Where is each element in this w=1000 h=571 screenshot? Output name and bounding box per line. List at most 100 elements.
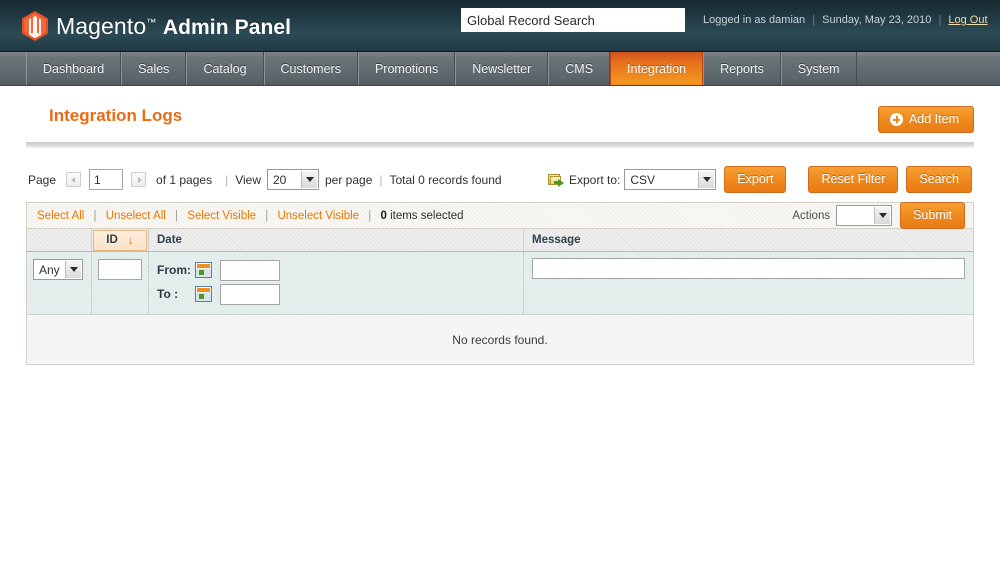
nav-item-customers[interactable]: Customers [263,52,358,85]
checkbox-filter-select[interactable]: Any [33,259,83,280]
magento-hexagon-logo-icon [22,11,48,41]
search-button[interactable]: Search [906,166,972,193]
total-records-label: Total 0 records found [389,172,502,187]
date-from-input[interactable] [220,259,280,281]
filter-cell-message [523,251,974,315]
logo-text-bold: Admin Panel [162,15,292,39]
ma-pipe-1: | [93,209,97,222]
chevron-down-icon [65,261,81,278]
page-header: Integration Logs Add Item [26,86,974,148]
of-pages-label: of 1 pages [156,172,213,187]
nav-item-promotions[interactable]: Promotions [357,52,456,85]
items-selected: 0 items selected [380,210,463,222]
reset-filter-button[interactable]: Reset Filter [808,166,899,193]
logo[interactable]: Magento™ Admin Panel [0,11,291,41]
submit-button[interactable]: Submit [900,202,965,229]
unselect-all-link[interactable]: Unselect All [106,210,166,222]
header-sep-2: | [938,14,942,26]
nav-item-integration[interactable]: Integration [610,52,704,85]
filter-cell-checkbox: Any [26,251,92,315]
app-header: Magento™ Admin Panel Logged in as damian… [0,0,1000,52]
grid-empty-row: No records found. [26,314,974,365]
add-item-button[interactable]: Add Item [877,106,974,133]
chevron-down-icon [874,207,891,224]
items-selected-count: 0 [380,209,387,222]
date-from-row: From: [157,258,515,282]
main-navigation: Dashboard Sales Catalog Customers Promot… [0,52,1000,86]
actions-label: Actions [792,209,831,222]
grid-body: Any From: To : No records found. [26,251,974,365]
select-all-link[interactable]: Select All [37,210,84,222]
filter-cell-date: From: To : [148,251,524,315]
select-visible-link[interactable]: Select Visible [187,210,256,222]
next-page-button[interactable] [131,172,147,187]
nav-item-reports[interactable]: Reports [703,52,781,85]
grid-head: ID ↓ Date Message [26,228,974,252]
per-page-select[interactable]: 20 [267,169,319,190]
grid-filter-row: Any From: To : [26,251,974,315]
export-format-select[interactable]: CSV [624,169,717,190]
chevron-down-icon [698,171,715,188]
nav-item-system[interactable]: System [780,52,857,85]
export-button[interactable]: Export [724,166,787,193]
integration-logs-grid: Page of 1 pages | View 20 per page | Tot… [26,158,974,365]
view-label: View [235,172,261,187]
id-filter-input[interactable] [98,259,142,280]
previous-page-button[interactable] [66,172,82,187]
logout-link[interactable]: Log Out [948,14,987,26]
nav-item-dashboard[interactable]: Dashboard [26,52,122,85]
actions-select[interactable] [836,205,893,226]
nav-item-newsletter[interactable]: Newsletter [455,52,549,85]
add-item-label: Add Item [908,112,959,126]
page-number-input[interactable] [89,169,124,190]
massaction-bar: Select All | Unselect All | Select Visib… [26,202,974,229]
message-filter-input[interactable] [532,258,965,279]
column-header-message[interactable]: Message [523,228,974,252]
grid-empty-text: No records found. [26,314,974,365]
nav-item-catalog[interactable]: Catalog [186,52,264,85]
date-to-label: To : [157,287,179,301]
per-page-label: per page [325,172,373,187]
column-header-checkbox [26,228,92,252]
toolbar-pipe-2: | [379,172,383,187]
header-date: Sunday, May 23, 2010 [822,14,932,26]
ma-pipe-2: | [175,209,179,222]
ma-pipe-4: | [368,209,372,222]
page-title: Integration Logs [49,106,183,125]
items-selected-label: items selected [390,209,464,222]
grid-table: ID ↓ Date Message Any From: To: No reco… [26,228,974,365]
header-sep-1: | [812,14,816,26]
toolbar-pipe-1: | [225,172,229,187]
date-from-label: From: [157,263,191,277]
nav-item-sales[interactable]: Sales [121,52,187,85]
export-format-value: CSV [630,172,656,187]
filter-cell-id [91,251,149,315]
logged-in-user: Logged in as damian [703,14,806,26]
massaction-links: Select All | Unselect All | Select Visib… [37,210,464,222]
export-folder-icon [547,173,564,187]
unselect-visible-link[interactable]: Unselect Visible [277,210,359,222]
content-area: Integration Logs Add Item Page of 1 page… [0,86,1000,365]
grid-header-row: ID ↓ Date Message [26,228,974,252]
ma-pipe-3: | [265,209,269,222]
logo-text: Magento™ Admin Panel [56,13,291,40]
calendar-icon[interactable] [195,262,212,278]
calendar-icon[interactable] [195,286,212,302]
column-header-date[interactable]: Date [148,228,524,252]
header-info: Logged in as damian | Sunday, May 23, 20… [703,14,988,26]
date-to-input[interactable] [220,283,280,305]
plus-circle-icon [889,112,903,126]
nav-item-cms[interactable]: CMS [548,52,611,85]
date-to-row: To : [157,282,515,306]
column-header-id[interactable]: ID ↓ [91,228,149,252]
grid-toolbar: Page of 1 pages | View 20 per page | Tot… [26,158,974,202]
global-search-input[interactable] [461,8,685,32]
page-label: Page [28,172,57,187]
export-to-label: Export to: [568,172,621,187]
sort-ascending-icon: ↓ [127,233,134,247]
logo-trademark: ™ [146,16,157,28]
header-divider [26,142,974,148]
chevron-down-icon [301,171,317,188]
massaction-actions: Actions Submit [792,202,965,229]
logo-text-light: Magento [56,12,147,39]
